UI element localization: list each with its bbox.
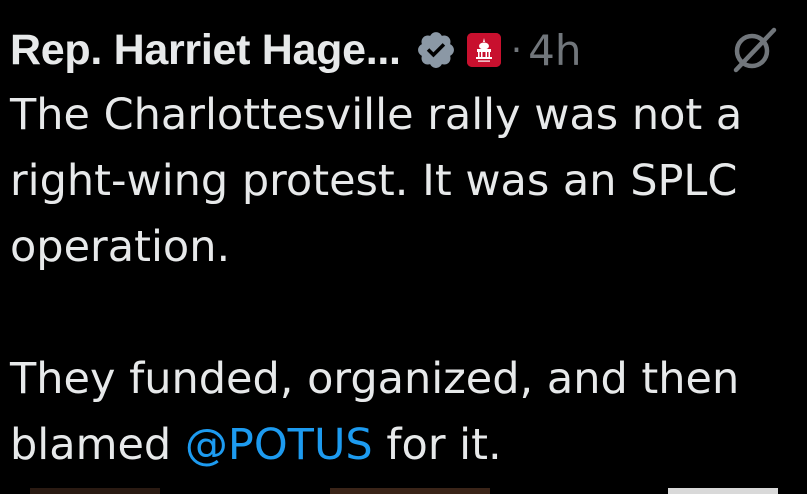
tweet-text: The Charlottesville rally was not a righ… bbox=[10, 82, 800, 478]
capitol-affiliate-icon[interactable] bbox=[466, 33, 501, 67]
tweet-text-line: right-wing protest. It was an SPLC bbox=[10, 156, 738, 206]
tweet-text-line: They funded, organized, and then bbox=[10, 354, 740, 404]
author-name[interactable]: Rep. Harriet Hage... bbox=[10, 26, 401, 75]
media-thumbnail-edge bbox=[330, 488, 490, 494]
mention-link[interactable]: @POTUS bbox=[185, 420, 373, 470]
tweet-text-line: operation. bbox=[10, 222, 231, 272]
verified-badge-icon[interactable] bbox=[415, 29, 457, 71]
media-thumbnail-edge bbox=[30, 488, 160, 494]
timestamp[interactable]: 4h bbox=[528, 26, 581, 75]
text-fragment: blamed bbox=[10, 420, 185, 470]
media-thumbnail-edge bbox=[668, 488, 778, 494]
tweet-text-line: The Charlottesville rally was not a bbox=[10, 90, 743, 140]
tweet-text-line: blamed @POTUS for it. bbox=[10, 412, 800, 478]
separator-dot: · bbox=[510, 29, 523, 71]
media-preview-edge[interactable] bbox=[0, 488, 807, 494]
text-fragment: for it. bbox=[372, 420, 502, 470]
grok-icon[interactable] bbox=[728, 24, 780, 76]
tweet[interactable]: Rep. Harriet Hage... · 4h The Charlottes… bbox=[0, 0, 807, 494]
tweet-header: Rep. Harriet Hage... · 4h bbox=[10, 22, 581, 78]
